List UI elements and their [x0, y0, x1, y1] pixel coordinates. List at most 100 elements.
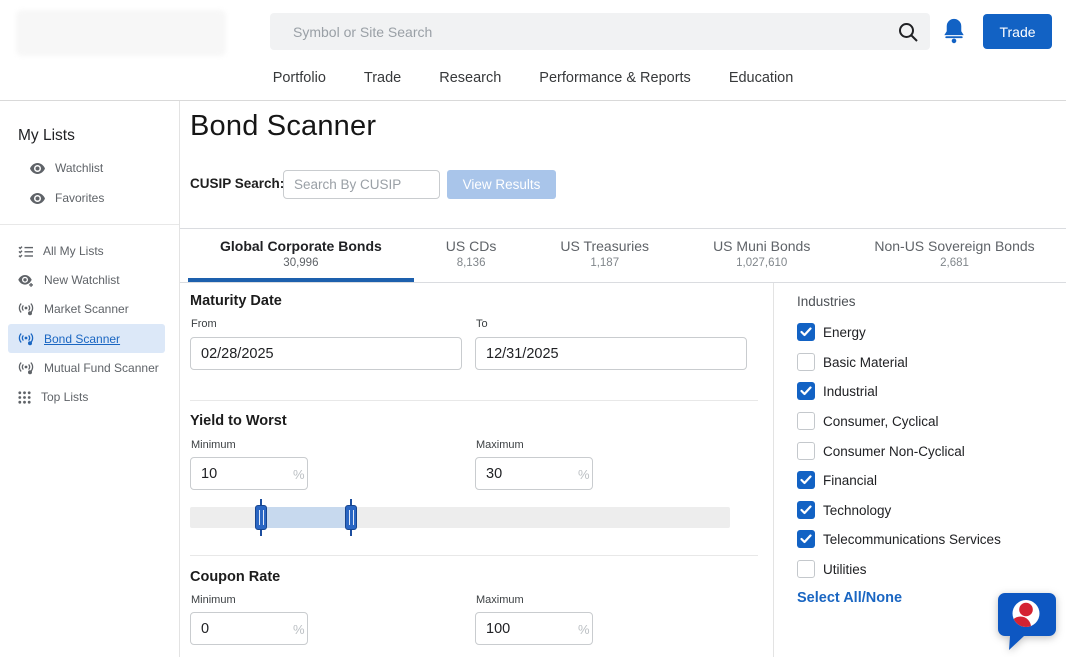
select-all-none-link[interactable]: Select All/None	[797, 590, 902, 606]
sidebar-divider	[0, 224, 179, 225]
industry-label: Consumer Non-Cyclical	[823, 444, 965, 459]
sidebar-item-label: Favorites	[55, 191, 104, 205]
industry-option-technology[interactable]: Technology	[797, 500, 891, 520]
site-search-input[interactable]	[270, 13, 930, 50]
percent-suffix: %	[293, 467, 305, 482]
checkbox[interactable]	[797, 382, 815, 400]
sidebar-item-new-watchlist[interactable]: New Watchlist	[18, 269, 120, 291]
industry-option-financial[interactable]: Financial	[797, 470, 877, 490]
scanner-icon	[18, 332, 34, 346]
checkbox[interactable]	[797, 442, 815, 460]
tab-label: Global Corporate Bonds	[220, 238, 382, 254]
industry-option-basic-material[interactable]: Basic Material	[797, 352, 908, 372]
nav-item-education[interactable]: Education	[729, 70, 794, 86]
checkbox[interactable]	[797, 560, 815, 578]
tab-us-treasuries[interactable]: US Treasuries 1,187	[528, 229, 681, 282]
sidebar-item-watchlist[interactable]: Watchlist	[30, 157, 103, 179]
sidebar-item-all-my-lists[interactable]: All My Lists	[18, 240, 104, 262]
tab-global-corporate-bonds[interactable]: Global Corporate Bonds 30,996	[188, 229, 414, 282]
panel-divider	[773, 283, 774, 657]
industry-option-telecommunications-services[interactable]: Telecommunications Services	[797, 529, 1001, 549]
sidebar-item-mutual-fund-scanner[interactable]: Mutual Fund Scanner	[18, 357, 159, 379]
sidebar-item-top-lists[interactable]: Top Lists	[18, 386, 88, 408]
sidebar-item-label: Top Lists	[41, 390, 88, 404]
percent-suffix: %	[578, 467, 590, 482]
checkbox[interactable]	[797, 412, 815, 430]
site-search	[270, 13, 930, 50]
view-results-button[interactable]: View Results	[447, 170, 556, 199]
coupon-max-input[interactable]	[475, 612, 593, 645]
industry-label: Telecommunications Services	[823, 532, 1001, 547]
sidebar: My Lists Watchlist Favorites All My Li	[0, 101, 180, 657]
checkbox[interactable]	[797, 471, 815, 489]
sidebar-item-market-scanner[interactable]: Market Scanner	[18, 298, 129, 320]
industry-label: Basic Material	[823, 355, 908, 370]
grid-icon	[18, 391, 31, 404]
yield-min-input[interactable]	[190, 457, 308, 490]
sidebar-item-label: New Watchlist	[44, 273, 120, 287]
nav-item-research[interactable]: Research	[439, 70, 501, 86]
cusip-search-input[interactable]	[283, 170, 440, 199]
industry-label: Energy	[823, 325, 866, 340]
sidebar-item-label: Market Scanner	[44, 302, 129, 316]
cusip-search-label: CUSIP Search:	[190, 176, 284, 191]
checklist-icon	[18, 245, 33, 258]
nav-item-trade[interactable]: Trade	[364, 70, 401, 86]
page-title: Bond Scanner	[190, 110, 376, 143]
yield-range-slider[interactable]	[190, 507, 730, 528]
industries-title: Industries	[797, 294, 856, 309]
industry-label: Utilities	[823, 562, 867, 577]
chat-assistant-button[interactable]	[997, 592, 1057, 652]
maturity-date-title: Maturity Date	[190, 293, 282, 309]
notifications-bell-icon[interactable]	[940, 16, 968, 46]
main-nav: Portfolio Trade Research Performance & R…	[0, 70, 1066, 86]
checkbox[interactable]	[797, 530, 815, 548]
section-divider	[190, 400, 758, 401]
yield-max-input[interactable]	[475, 457, 593, 490]
industry-label: Consumer, Cyclical	[823, 414, 939, 429]
trade-button[interactable]: Trade	[983, 14, 1052, 49]
sidebar-item-bond-scanner[interactable]: Bond Scanner	[18, 328, 120, 350]
top-bar: Trade Portfolio Trade Research Performan…	[0, 0, 1066, 101]
yield-max-label: Maximum	[476, 439, 524, 451]
checkbox[interactable]	[797, 323, 815, 341]
industry-option-industrial[interactable]: Industrial	[797, 381, 878, 401]
scanner-icon	[18, 302, 34, 316]
tab-non-us-sovereign-bonds[interactable]: Non-US Sovereign Bonds 2,681	[842, 229, 1066, 282]
tab-label: US Treasuries	[560, 238, 649, 254]
sidebar-item-label: Mutual Fund Scanner	[44, 361, 159, 375]
coupon-min-label: Minimum	[191, 594, 236, 606]
maturity-from-input[interactable]	[190, 337, 462, 370]
scanner-icon	[18, 361, 34, 375]
coupon-max-label: Maximum	[476, 594, 524, 606]
check-icon	[800, 475, 812, 485]
eye-icon	[30, 193, 45, 204]
tab-count: 30,996	[283, 257, 318, 269]
sidebar-item-favorites[interactable]: Favorites	[30, 187, 104, 209]
maturity-to-label: To	[476, 318, 488, 330]
tab-label: US CDs	[446, 238, 497, 254]
section-divider	[190, 555, 758, 556]
sidebar-title: My Lists	[18, 127, 75, 145]
slider-handle-max[interactable]	[345, 499, 357, 536]
industry-option-consumer-cyclical[interactable]: Consumer, Cyclical	[797, 411, 939, 431]
industry-option-consumer-non-cyclical[interactable]: Consumer Non-Cyclical	[797, 441, 965, 461]
coupon-min-input[interactable]	[190, 612, 308, 645]
nav-item-portfolio[interactable]: Portfolio	[273, 70, 326, 86]
checkbox[interactable]	[797, 353, 815, 371]
slider-handle-min[interactable]	[255, 499, 267, 536]
brand-logo[interactable]	[16, 10, 226, 56]
nav-item-performance-reports[interactable]: Performance & Reports	[539, 70, 691, 86]
industry-option-energy[interactable]: Energy	[797, 322, 866, 342]
check-icon	[800, 505, 812, 515]
sidebar-item-label: Bond Scanner	[44, 332, 120, 346]
tab-count: 8,136	[457, 257, 486, 269]
search-icon[interactable]	[896, 20, 920, 44]
checkbox[interactable]	[797, 501, 815, 519]
maturity-to-input[interactable]	[475, 337, 747, 370]
tab-us-muni-bonds[interactable]: US Muni Bonds 1,027,610	[681, 229, 842, 282]
tab-label: Non-US Sovereign Bonds	[874, 238, 1034, 254]
industry-option-utilities[interactable]: Utilities	[797, 559, 867, 579]
tab-us-cds[interactable]: US CDs 8,136	[414, 229, 529, 282]
tab-count: 1,187	[590, 257, 619, 269]
